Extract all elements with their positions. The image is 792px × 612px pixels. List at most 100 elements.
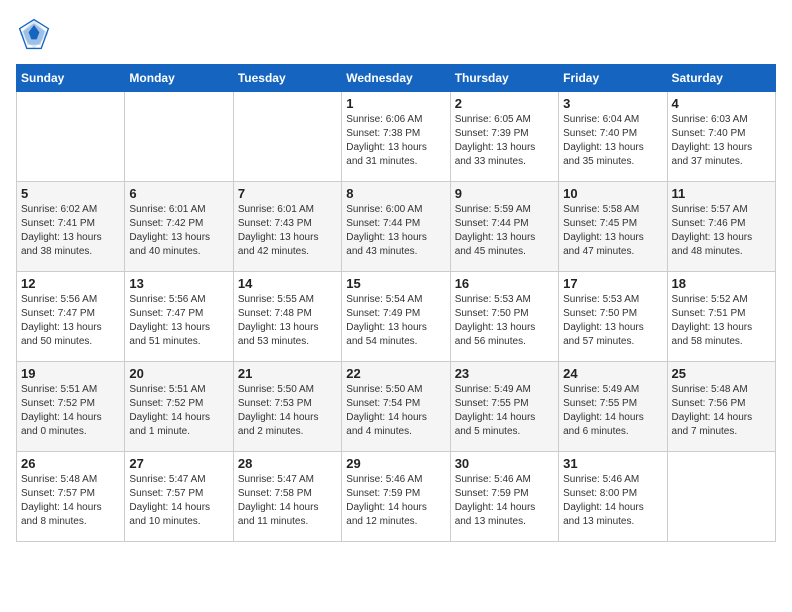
logo: [16, 16, 56, 52]
calendar-cell: 14 Sunrise: 5:55 AM Sunset: 7:48 PM Dayli…: [233, 272, 341, 362]
calendar-cell: 28 Sunrise: 5:47 AM Sunset: 7:58 PM Dayli…: [233, 452, 341, 542]
calendar-cell: 24 Sunrise: 5:49 AM Sunset: 7:55 PM Dayli…: [559, 362, 667, 452]
day-info: Sunrise: 6:02 AM Sunset: 7:41 PM Dayligh…: [21, 203, 120, 259]
calendar-cell: 19 Sunrise: 5:51 AM Sunset: 7:52 PM Dayli…: [17, 362, 125, 452]
day-number: 8: [346, 186, 445, 201]
day-number: 17: [563, 276, 662, 291]
calendar-cell: 20 Sunrise: 5:51 AM Sunset: 7:52 PM Dayli…: [125, 362, 233, 452]
calendar-cell: 18Sunrise: 5:52 AM Sunset: 7:51 PM Dayli…: [667, 272, 775, 362]
calendar-header-row: SundayMondayTuesdayWednesdayThursdayFrid…: [17, 65, 776, 92]
day-number: 11: [672, 186, 771, 201]
day-of-week-wednesday: Wednesday: [342, 65, 450, 92]
day-info: Sunrise: 5:54 AM Sunset: 7:49 PM Dayligh…: [346, 293, 445, 349]
calendar-cell: 15 Sunrise: 5:54 AM Sunset: 7:49 PM Dayli…: [342, 272, 450, 362]
calendar-cell: 10Sunrise: 5:58 AM Sunset: 7:45 PM Dayli…: [559, 182, 667, 272]
day-number: 10: [563, 186, 662, 201]
day-number: 31: [563, 456, 662, 471]
day-info: Sunrise: 5:50 AM Sunset: 7:53 PM Dayligh…: [238, 383, 337, 439]
day-of-week-thursday: Thursday: [450, 65, 558, 92]
day-info: Sunrise: 6:00 AM Sunset: 7:44 PM Dayligh…: [346, 203, 445, 259]
day-info: Sunrise: 5:57 AM Sunset: 7:46 PM Dayligh…: [672, 203, 771, 259]
calendar-cell: 11 Sunrise: 5:57 AM Sunset: 7:46 PM Dayli…: [667, 182, 775, 272]
day-number: 12: [21, 276, 120, 291]
page-header: [16, 16, 776, 52]
calendar-cell: 17 Sunrise: 5:53 AM Sunset: 7:50 PM Dayli…: [559, 272, 667, 362]
day-number: 19: [21, 366, 120, 381]
day-info: Sunrise: 5:56 AM Sunset: 7:47 PM Dayligh…: [21, 293, 120, 349]
day-info: Sunrise: 6:06 AM Sunset: 7:38 PM Dayligh…: [346, 113, 445, 169]
day-info: Sunrise: 5:55 AM Sunset: 7:48 PM Dayligh…: [238, 293, 337, 349]
calendar-cell: 30Sunrise: 5:46 AM Sunset: 7:59 PM Dayli…: [450, 452, 558, 542]
calendar-week-row: 5 Sunrise: 6:02 AM Sunset: 7:41 PM Daylig…: [17, 182, 776, 272]
day-number: 29: [346, 456, 445, 471]
day-number: 1: [346, 96, 445, 111]
day-info: Sunrise: 6:01 AM Sunset: 7:43 PM Dayligh…: [238, 203, 337, 259]
calendar-cell: 16 Sunrise: 5:53 AM Sunset: 7:50 PM Dayli…: [450, 272, 558, 362]
day-info: Sunrise: 5:56 AM Sunset: 7:47 PM Dayligh…: [129, 293, 228, 349]
day-of-week-friday: Friday: [559, 65, 667, 92]
calendar-cell: 31Sunrise: 5:46 AM Sunset: 8:00 PM Dayli…: [559, 452, 667, 542]
calendar-cell: 2 Sunrise: 6:05 AM Sunset: 7:39 PM Daylig…: [450, 92, 558, 182]
calendar-cell: [17, 92, 125, 182]
calendar-cell: 25 Sunrise: 5:48 AM Sunset: 7:56 PM Dayli…: [667, 362, 775, 452]
day-number: 23: [455, 366, 554, 381]
day-number: 22: [346, 366, 445, 381]
day-info: Sunrise: 5:50 AM Sunset: 7:54 PM Dayligh…: [346, 383, 445, 439]
day-info: Sunrise: 5:49 AM Sunset: 7:55 PM Dayligh…: [455, 383, 554, 439]
day-number: 16: [455, 276, 554, 291]
calendar-cell: 13Sunrise: 5:56 AM Sunset: 7:47 PM Dayli…: [125, 272, 233, 362]
day-info: Sunrise: 6:04 AM Sunset: 7:40 PM Dayligh…: [563, 113, 662, 169]
calendar-cell: 9 Sunrise: 5:59 AM Sunset: 7:44 PM Daylig…: [450, 182, 558, 272]
calendar-cell: 7Sunrise: 6:01 AM Sunset: 7:43 PM Daylig…: [233, 182, 341, 272]
day-number: 9: [455, 186, 554, 201]
calendar-cell: 21Sunrise: 5:50 AM Sunset: 7:53 PM Dayli…: [233, 362, 341, 452]
day-number: 5: [21, 186, 120, 201]
calendar-cell: 3 Sunrise: 6:04 AM Sunset: 7:40 PM Daylig…: [559, 92, 667, 182]
calendar-cell: [233, 92, 341, 182]
calendar-cell: 26 Sunrise: 5:48 AM Sunset: 7:57 PM Dayli…: [17, 452, 125, 542]
day-info: Sunrise: 5:46 AM Sunset: 7:59 PM Dayligh…: [455, 473, 554, 529]
day-number: 27: [129, 456, 228, 471]
calendar-cell: 5 Sunrise: 6:02 AM Sunset: 7:41 PM Daylig…: [17, 182, 125, 272]
calendar-cell: 4Sunrise: 6:03 AM Sunset: 7:40 PM Daylig…: [667, 92, 775, 182]
day-number: 18: [672, 276, 771, 291]
day-info: Sunrise: 6:05 AM Sunset: 7:39 PM Dayligh…: [455, 113, 554, 169]
calendar-cell: 6 Sunrise: 6:01 AM Sunset: 7:42 PM Daylig…: [125, 182, 233, 272]
day-number: 3: [563, 96, 662, 111]
day-number: 20: [129, 366, 228, 381]
calendar-cell: 1 Sunrise: 6:06 AM Sunset: 7:38 PM Daylig…: [342, 92, 450, 182]
day-info: Sunrise: 5:46 AM Sunset: 7:59 PM Dayligh…: [346, 473, 445, 529]
day-info: Sunrise: 6:01 AM Sunset: 7:42 PM Dayligh…: [129, 203, 228, 259]
calendar-week-row: 26 Sunrise: 5:48 AM Sunset: 7:57 PM Dayli…: [17, 452, 776, 542]
day-number: 15: [346, 276, 445, 291]
calendar-week-row: 12 Sunrise: 5:56 AM Sunset: 7:47 PM Dayli…: [17, 272, 776, 362]
day-info: Sunrise: 5:49 AM Sunset: 7:55 PM Dayligh…: [563, 383, 662, 439]
calendar-cell: [667, 452, 775, 542]
calendar-cell: 27 Sunrise: 5:47 AM Sunset: 7:57 PM Dayli…: [125, 452, 233, 542]
day-info: Sunrise: 5:51 AM Sunset: 7:52 PM Dayligh…: [21, 383, 120, 439]
day-info: Sunrise: 5:48 AM Sunset: 7:57 PM Dayligh…: [21, 473, 120, 529]
day-number: 24: [563, 366, 662, 381]
day-number: 2: [455, 96, 554, 111]
day-info: Sunrise: 5:53 AM Sunset: 7:50 PM Dayligh…: [455, 293, 554, 349]
day-number: 25: [672, 366, 771, 381]
calendar-cell: 8 Sunrise: 6:00 AM Sunset: 7:44 PM Daylig…: [342, 182, 450, 272]
day-info: Sunrise: 5:53 AM Sunset: 7:50 PM Dayligh…: [563, 293, 662, 349]
calendar-cell: 23 Sunrise: 5:49 AM Sunset: 7:55 PM Dayli…: [450, 362, 558, 452]
day-info: Sunrise: 5:51 AM Sunset: 7:52 PM Dayligh…: [129, 383, 228, 439]
calendar-week-row: 1 Sunrise: 6:06 AM Sunset: 7:38 PM Daylig…: [17, 92, 776, 182]
day-of-week-sunday: Sunday: [17, 65, 125, 92]
day-number: 28: [238, 456, 337, 471]
day-info: Sunrise: 5:59 AM Sunset: 7:44 PM Dayligh…: [455, 203, 554, 259]
day-info: Sunrise: 5:47 AM Sunset: 7:57 PM Dayligh…: [129, 473, 228, 529]
day-number: 14: [238, 276, 337, 291]
day-info: Sunrise: 5:48 AM Sunset: 7:56 PM Dayligh…: [672, 383, 771, 439]
day-number: 6: [129, 186, 228, 201]
day-info: Sunrise: 5:47 AM Sunset: 7:58 PM Dayligh…: [238, 473, 337, 529]
day-info: Sunrise: 6:03 AM Sunset: 7:40 PM Dayligh…: [672, 113, 771, 169]
logo-icon: [16, 16, 52, 52]
calendar-cell: 12 Sunrise: 5:56 AM Sunset: 7:47 PM Dayli…: [17, 272, 125, 362]
calendar-cell: [125, 92, 233, 182]
day-of-week-tuesday: Tuesday: [233, 65, 341, 92]
day-number: 26: [21, 456, 120, 471]
